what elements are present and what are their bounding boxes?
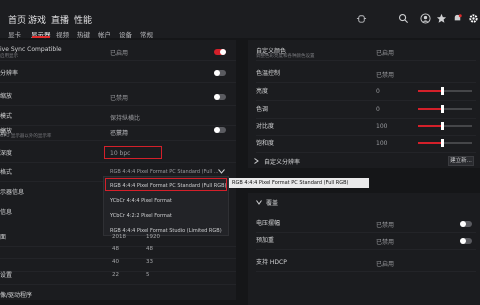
resolution-toggle[interactable] (214, 70, 226, 76)
top-bar: 首页 游戏 直播 性能 显卡 显示器 视频 热键 帐户 设备 常规 (0, 0, 480, 39)
preemphasis-toggle[interactable] (460, 238, 472, 244)
custom-resolution-label: 自定义分辨率 (264, 159, 301, 166)
active-tab-indicator (32, 36, 50, 38)
setting-row-driver: 像/驱动程序 (0, 292, 33, 299)
setting-row-resolution: 分辨率 (0, 64, 236, 83)
saturation-slider[interactable] (418, 139, 472, 147)
nav-gaming[interactable]: 游戏 (28, 13, 46, 26)
scaling-toggle[interactable] (214, 94, 226, 100)
star-icon[interactable] (436, 13, 447, 24)
custom-resolution-bar: 自定义分辨率 建立新... (248, 154, 480, 168)
setting-row-scaling: 缩放 已禁用 (0, 87, 236, 106)
account-icon[interactable] (420, 13, 431, 24)
overrides-header[interactable]: 覆盖 (256, 194, 476, 213)
nav-streaming[interactable]: 直播 (51, 13, 69, 26)
setting-row-brightness: 亮度 0 (256, 82, 476, 101)
setting-row-custom-color: 自定义颜色 调整色彩亮度和各种颜色设置 已启用 (256, 42, 476, 61)
search-icon[interactable] (398, 13, 409, 24)
selected-option-highlight (105, 178, 227, 191)
brightness-slider[interactable] (418, 87, 472, 95)
voltage-swing-toggle[interactable] (460, 221, 472, 227)
option-tooltip: RGB 4:4:4 Pixel Format PC Standard (Full… (229, 178, 369, 188)
tab-account[interactable]: 帐户 (98, 29, 111, 39)
table-row: 信息 (0, 209, 13, 216)
settings-icon[interactable] (468, 13, 479, 24)
chevron-down-icon[interactable] (256, 200, 262, 205)
pixel-format-option[interactable]: YCbCr 4:4:4 Pixel Format (110, 198, 172, 204)
sync-toggle[interactable] (214, 49, 226, 55)
setting-row-hdcp: 支持 HDCP 已启用 (256, 253, 476, 272)
table-row: 示器信息 (0, 189, 25, 196)
chevron-right-icon[interactable] (254, 158, 259, 164)
hue-slider[interactable] (418, 105, 472, 113)
table-row: 设置 22 5 (0, 266, 236, 285)
color-depth-select[interactable] (104, 146, 162, 159)
bug-icon[interactable] (356, 13, 367, 24)
notification-icon[interactable] (452, 13, 463, 24)
nav-home[interactable]: 首页 (8, 13, 26, 26)
setting-row-saturation: 饱和度 100 (256, 134, 476, 153)
pixel-format-option[interactable]: YCbCr 4:2:2 Pixel Format (110, 213, 172, 219)
chevron-down-icon[interactable] (218, 169, 225, 174)
create-new-button[interactable]: 建立新... (448, 156, 474, 166)
tab-video[interactable]: 视频 (56, 29, 69, 39)
tab-hotkeys[interactable]: 热键 (77, 29, 90, 39)
setting-row-preemphasis: 预加重 已禁用 (256, 231, 476, 250)
contrast-slider[interactable] (418, 122, 472, 130)
tab-graphics[interactable]: 显卡 (8, 29, 21, 39)
tab-general[interactable]: 常规 (140, 29, 153, 39)
tab-devices[interactable]: 设备 (119, 29, 132, 39)
setting-row-sync: ive Sync Compatible 启用显示 已启用 (0, 42, 236, 61)
setting-row-color-temp: 色温控制 已禁用 (256, 64, 476, 83)
nav-performance[interactable]: 性能 (74, 13, 92, 26)
